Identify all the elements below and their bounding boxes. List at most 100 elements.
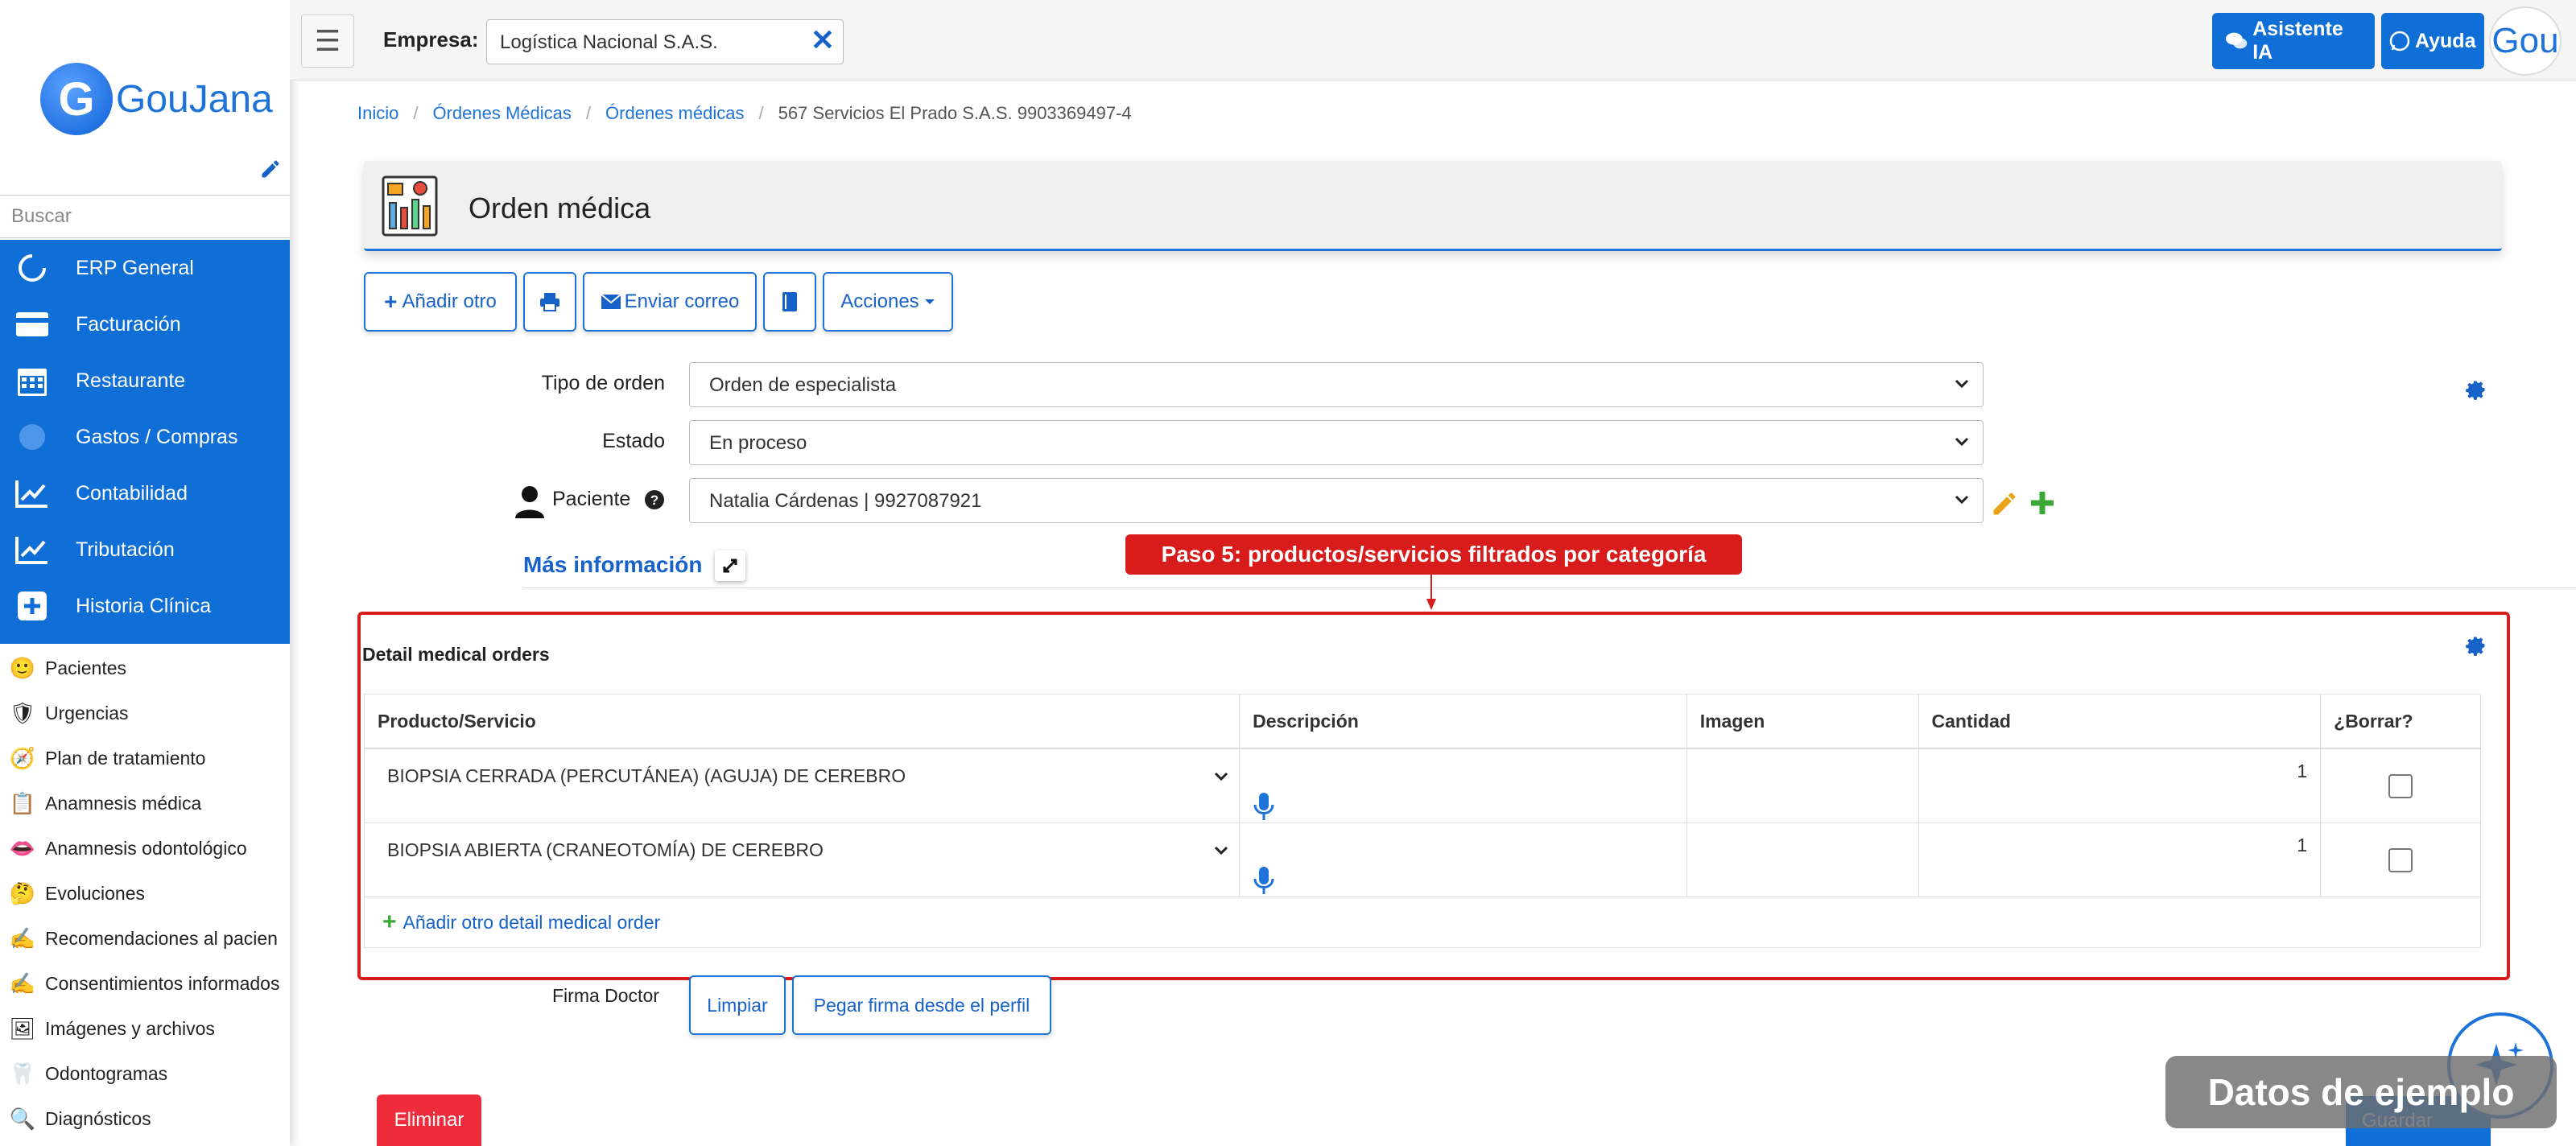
subnav-item-diagnosticos[interactable]: 🔍 Diagnósticos [0,1096,290,1141]
sidebar-search-input[interactable]: Buscar [0,195,290,238]
tipo-orden-select[interactable]: Orden de especialista [689,362,1984,407]
microphone-icon[interactable] [1253,792,1275,821]
compass-plus-icon: 🧭 [9,745,36,770]
ambulance-shield-icon: 🛡 [9,700,36,725]
subnav-item-imagenes-archivos[interactable]: 🖼 Imágenes y archivos [0,1006,290,1051]
subnav-label: Consentimientos informados [45,972,280,994]
subnav-item-urgencias[interactable]: 🛡 Urgencias [0,690,290,736]
book-button[interactable] [763,272,816,332]
add-plus-icon[interactable] [2029,489,2056,517]
question-circle-icon[interactable]: ? [644,489,665,510]
subnav-label: Recomendaciones al pacien [45,927,278,949]
borrar-cell [2321,823,2480,897]
add-another-button[interactable]: + Añadir otro [364,272,517,332]
circle-refresh-icon [14,250,50,286]
subnav-item-odontogramas[interactable]: 🦷 Odontogramas [0,1051,290,1096]
subnav-label: Pacientes [45,657,127,678]
subnav-label: Anamnesis médica [45,792,202,814]
line-chart-icon [14,476,50,511]
descripcion-field[interactable] [1240,749,1687,822]
subnav-item-anamnesis-odontologico[interactable]: 👄 Anamnesis odontológico [0,826,290,871]
hamburger-menu-icon[interactable]: ☰ [301,14,354,68]
subnav-label: Anamnesis odontológico [45,837,247,859]
ayuda-button[interactable]: Ayuda [2381,13,2484,69]
sidebar-item-tributacion[interactable]: Tributación [0,521,290,578]
asistente-ia-label: Asistente IA [2252,18,2343,64]
book-icon [782,292,797,311]
gear-icon[interactable] [2465,634,2487,657]
sidebar-item-gastos-compras[interactable]: Gastos / Compras [0,409,290,465]
top-bar: ☰ Empresa: Logística Nacional S.A.S. ✕ A… [290,0,2576,80]
sidebar-item-erp-general[interactable]: ERP General [0,240,290,296]
add-detail-link[interactable]: + Añadir otro detail medical order [365,897,2480,947]
sidebar-item-contabilidad[interactable]: Contabilidad [0,465,290,521]
chevron-down-icon [1215,772,1228,781]
subnav-item-pacientes[interactable]: 🙂 Pacientes [0,645,290,690]
send-email-button[interactable]: Enviar correo [583,272,757,332]
pencil-icon[interactable] [259,158,282,180]
chat-bubbles-icon [2225,32,2248,49]
pen-sign-icon: ✍ [9,971,36,996]
paciente-select[interactable]: Natalia Cárdenas | 9927087921 [689,478,1984,523]
sidebar-item-historia-clinica[interactable]: Historia Clínica [0,578,290,634]
producto-select[interactable]: BIOPSIA ABIERTA (CRANEOTOMÍA) DE CEREBRO [365,823,1241,897]
acciones-dropdown-button[interactable]: Acciones [823,272,953,332]
sidebar-item-facturacion[interactable]: Facturación [0,296,290,352]
asistente-ia-button[interactable]: Asistente IA [2212,13,2375,69]
brand-logo[interactable]: G GouJana [40,63,273,135]
mas-informacion-toggle[interactable]: Más información [523,552,702,578]
cantidad-field[interactable]: 1 [1919,823,2322,897]
svg-text:?: ? [650,493,658,508]
producto-value: BIOPSIA CERRADA (PERCUTÁNEA) (AGUJA) DE … [387,765,906,786]
logo-text: GouJana [116,77,273,121]
paciente-value: Natalia Cárdenas | 9927087921 [709,490,982,512]
acciones-label: Acciones [840,291,919,312]
user-avatar[interactable]: Gou [2489,6,2562,76]
logo-mark: G [40,63,113,135]
clear-x-icon[interactable]: ✕ [807,23,839,56]
plus-icon: + [382,909,397,935]
empresa-select[interactable]: Logística Nacional S.A.S. [486,19,844,64]
delete-checkbox[interactable] [2388,773,2413,798]
subnav-item-consentimientos[interactable]: ✍ Consentimientos informados [0,961,290,1006]
breadcrumb-link-inicio[interactable]: Inicio [357,103,398,124]
cantidad-field[interactable]: 1 [1919,749,2322,822]
imagen-field[interactable] [1687,749,1919,822]
page-title: Orden médica [469,192,651,225]
eliminar-button[interactable]: Eliminar [377,1094,481,1146]
print-button[interactable] [523,272,576,332]
edit-pencil-icon[interactable] [1990,489,2019,518]
sidebar-item-restaurante[interactable]: Restaurante [0,352,290,409]
delete-checkbox[interactable] [2388,847,2413,872]
breadcrumb-link-ordenes-medicas-list[interactable]: Órdenes médicas [605,103,744,124]
producto-select[interactable]: BIOPSIA CERRADA (PERCUTÁNEA) (AGUJA) DE … [365,749,1241,822]
expand-icon[interactable] [715,550,745,581]
paciente-label: Paciente [552,488,631,510]
mouth-icon: 👄 [9,835,36,860]
subnav-label: Evoluciones [45,882,146,904]
pegar-firma-button[interactable]: Pegar firma desde el perfil [792,975,1051,1035]
envelope-icon [600,294,621,309]
imagen-field[interactable] [1687,823,1919,897]
calendar-icon [14,363,50,398]
chevron-down-icon [1955,437,1969,447]
thinking-face-icon: 🤔 [9,880,36,905]
subnav-label: Urgencias [45,702,129,723]
subnav-item-anamnesis-medica[interactable]: 📋 Anamnesis médica [0,781,290,826]
sidebar-item-label: Gastos / Compras [76,425,238,448]
step-callout: Paso 5: productos/servicios filtrados po… [1125,534,1742,575]
subnav-item-plan-tratamiento[interactable]: 🧭 Plan de tratamiento [0,736,290,781]
estado-select[interactable]: En proceso [689,420,1984,465]
subnav-item-recomendaciones[interactable]: ✍ Recomendaciones al pacien [0,916,290,961]
descripcion-field[interactable] [1240,823,1687,897]
sidebar-item-label: Facturación [76,312,181,336]
microphone-icon[interactable] [1253,866,1275,895]
divider [523,587,2576,588]
gear-icon[interactable] [2465,378,2487,401]
breadcrumb-link-ordenes-medicas[interactable]: Órdenes Médicas [432,103,571,124]
limpiar-button[interactable]: Limpiar [689,975,786,1035]
subnav-item-evoluciones[interactable]: 🤔 Evoluciones [0,871,290,916]
sidebar-item-label: Historia Clínica [76,594,212,617]
breadcrumb-separator: / [585,103,592,123]
chevron-down-icon [1215,846,1228,855]
